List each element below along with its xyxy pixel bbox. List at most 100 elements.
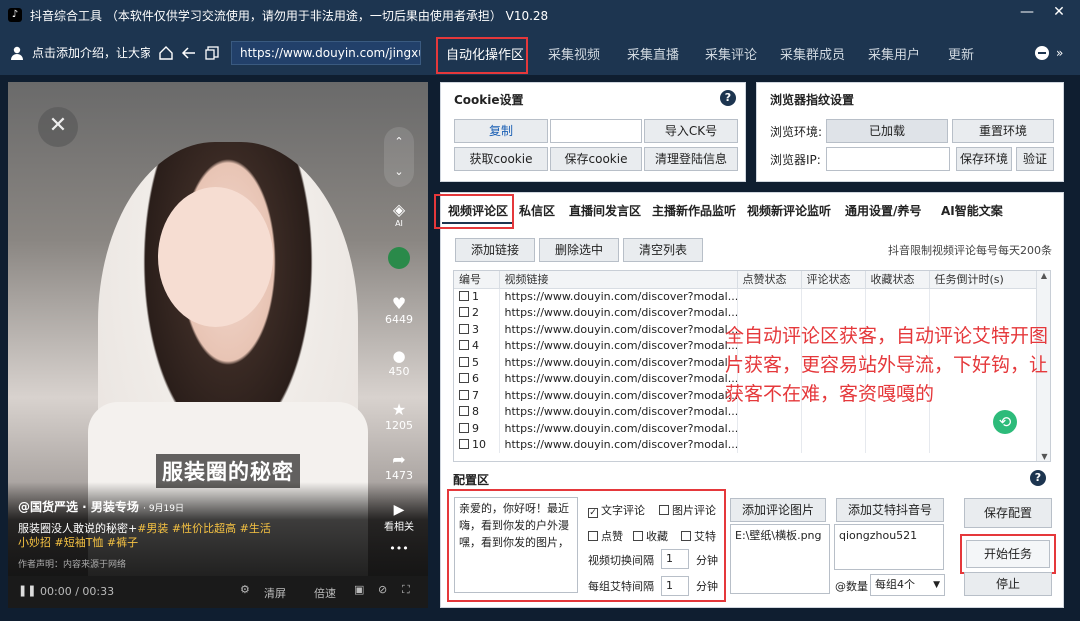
import-ck-button[interactable]: 导入CK号: [644, 119, 738, 143]
url-input[interactable]: https://www.douyin.com/jingxuan: [231, 41, 421, 65]
column-header[interactable]: 任务倒计时(s): [929, 271, 1037, 289]
table-row[interactable]: 9 https://www.douyin.com/discover?modal..…: [454, 420, 1037, 437]
tab-update[interactable]: 更新: [948, 44, 974, 63]
video-player[interactable]: ✕ 服装圈的秘密 ⌃ ⌄ ◈ AI ♥ 6449 ● 450 ★ 1205 ➦ 1473 ▶…: [8, 82, 428, 608]
status-cell: [801, 304, 866, 321]
cookie-input[interactable]: [550, 119, 642, 143]
video-tags: 小妙招 #短袖T恤 #裤子: [18, 536, 139, 549]
table-row[interactable]: 2 https://www.douyin.com/discover?modal..…: [454, 304, 1037, 321]
fullscreen-icon[interactable]: ⛶: [402, 583, 410, 597]
checkbox[interactable]: [459, 373, 469, 384]
pause-icon[interactable]: ❚❚: [18, 584, 36, 597]
save-env-button[interactable]: 保存环境: [956, 147, 1012, 171]
checkbox[interactable]: [459, 356, 469, 367]
status-cell: [737, 288, 802, 305]
row-checkbox[interactable]: 3: [454, 321, 500, 338]
back-circle-icon[interactable]: ⟲: [993, 410, 1017, 434]
tab-new-works-monitor[interactable]: 主播新作品监听: [652, 202, 736, 219]
clear-list-button[interactable]: 清空列表: [623, 238, 703, 262]
checkbox[interactable]: [459, 422, 469, 433]
pip-icon[interactable]: ▣: [354, 583, 364, 596]
column-header[interactable]: 编号: [454, 271, 500, 289]
stop-button[interactable]: 停止: [964, 572, 1052, 596]
settings-icon[interactable]: ⚙: [240, 583, 250, 596]
related-icon[interactable]: ▶ 看相关: [384, 502, 414, 533]
count-select[interactable]: 每组4个 ▼: [870, 574, 945, 596]
ai-icon[interactable]: ◈ AI: [384, 200, 414, 228]
copy-button[interactable]: 复制: [454, 119, 548, 143]
checkbox[interactable]: [459, 406, 469, 417]
table-row[interactable]: 10 https://www.douyin.com/discover?modal.…: [454, 436, 1037, 453]
minus-circle-icon[interactable]: [1034, 30, 1050, 75]
tab-general-settings[interactable]: 通用设置/养号: [845, 202, 921, 219]
save-cookie-button[interactable]: 保存cookie: [550, 147, 642, 171]
checkbox[interactable]: [459, 323, 469, 334]
clear-login-button[interactable]: 清理登陆信息: [644, 147, 738, 171]
minimize-button[interactable]: —: [1016, 4, 1038, 20]
tab-collect-comments[interactable]: 采集评论: [705, 44, 757, 63]
verify-button[interactable]: 验证: [1016, 147, 1054, 171]
tab-new-comments-monitor[interactable]: 视频新评论监听: [747, 202, 831, 219]
checkbox[interactable]: [459, 389, 469, 400]
tab-collect-users[interactable]: 采集用户: [868, 44, 920, 63]
help-icon[interactable]: ?: [1030, 470, 1046, 486]
row-checkbox[interactable]: 1: [454, 288, 500, 305]
column-header[interactable]: 收藏状态: [865, 271, 930, 289]
user-icon[interactable]: [10, 30, 24, 75]
speed-label[interactable]: 倍速: [314, 585, 336, 601]
checkbox[interactable]: [459, 439, 469, 450]
reset-env-button[interactable]: 重置环境: [952, 119, 1054, 143]
add-link-button[interactable]: 添加链接: [455, 238, 535, 262]
avatar[interactable]: [384, 247, 414, 269]
row-checkbox[interactable]: 4: [454, 337, 500, 354]
row-checkbox[interactable]: 2: [454, 304, 500, 321]
add-at-account-button[interactable]: 添加艾特抖音号: [836, 498, 944, 522]
scroll-arrows-icon[interactable]: ⌃ ⌄: [384, 127, 414, 187]
overflow-icon[interactable]: »: [1056, 30, 1063, 75]
at-account-textarea[interactable]: qiongzhou521: [834, 524, 944, 570]
row-checkbox[interactable]: 5: [454, 354, 500, 371]
image-path-textarea[interactable]: E:\壁纸\横板.png: [730, 524, 830, 594]
table-row[interactable]: 1 https://www.douyin.com/discover?modal..…: [454, 288, 1037, 305]
column-header[interactable]: 评论状态: [801, 271, 866, 289]
copy-icon[interactable]: [204, 30, 220, 75]
star-icon[interactable]: ★ 1205: [384, 400, 414, 432]
user-intro[interactable]: 点击添加介绍，让大家认: [32, 30, 150, 75]
column-header[interactable]: 视频链接: [499, 271, 738, 289]
row-number: 3: [472, 322, 479, 336]
tab-collect-group[interactable]: 采集群成员: [780, 44, 845, 63]
mute-icon[interactable]: ⊘: [378, 583, 387, 596]
checkbox[interactable]: [459, 291, 469, 301]
home-icon[interactable]: [158, 30, 174, 75]
comment-icon[interactable]: ● 450: [384, 347, 414, 378]
tab-private-message[interactable]: 私信区: [519, 202, 555, 219]
heart-icon[interactable]: ♥ 6449: [384, 294, 414, 326]
checkbox[interactable]: [459, 340, 469, 351]
add-comment-image-button[interactable]: 添加评论图片: [730, 498, 826, 522]
video-link-cell: https://www.douyin.com/discover?modal...: [499, 387, 738, 404]
tab-live-chat[interactable]: 直播间发言区: [569, 202, 641, 219]
back-arrow-icon[interactable]: [181, 30, 197, 75]
tab-collect-live[interactable]: 采集直播: [627, 44, 679, 63]
share-icon[interactable]: ➦ 1473: [384, 450, 414, 482]
row-checkbox[interactable]: 7: [454, 387, 500, 404]
video-link-cell: https://www.douyin.com/discover?modal...: [499, 354, 738, 371]
delete-selected-button[interactable]: 删除选中: [539, 238, 619, 262]
row-checkbox[interactable]: 10: [454, 436, 500, 453]
row-checkbox[interactable]: 8: [454, 403, 500, 420]
row-checkbox[interactable]: 9: [454, 420, 500, 437]
column-header[interactable]: 点赞状态: [737, 271, 802, 289]
save-config-button[interactable]: 保存配置: [964, 498, 1052, 528]
help-icon[interactable]: ?: [720, 90, 736, 106]
tab-ai-copy[interactable]: AI智能文案: [941, 202, 1003, 219]
get-cookie-button[interactable]: 获取cookie: [454, 147, 548, 171]
close-window-button[interactable]: ✕: [1048, 4, 1070, 20]
tab-collect-video[interactable]: 采集视频: [548, 44, 600, 63]
checkbox[interactable]: [459, 307, 469, 318]
more-icon[interactable]: •••: [384, 542, 414, 555]
close-video-icon[interactable]: ✕: [38, 107, 78, 147]
video-time: 00:00 / 00:33: [40, 585, 115, 598]
clear-screen-label[interactable]: 清屏: [264, 585, 286, 601]
row-checkbox[interactable]: 6: [454, 370, 500, 387]
ip-input[interactable]: [826, 147, 950, 171]
